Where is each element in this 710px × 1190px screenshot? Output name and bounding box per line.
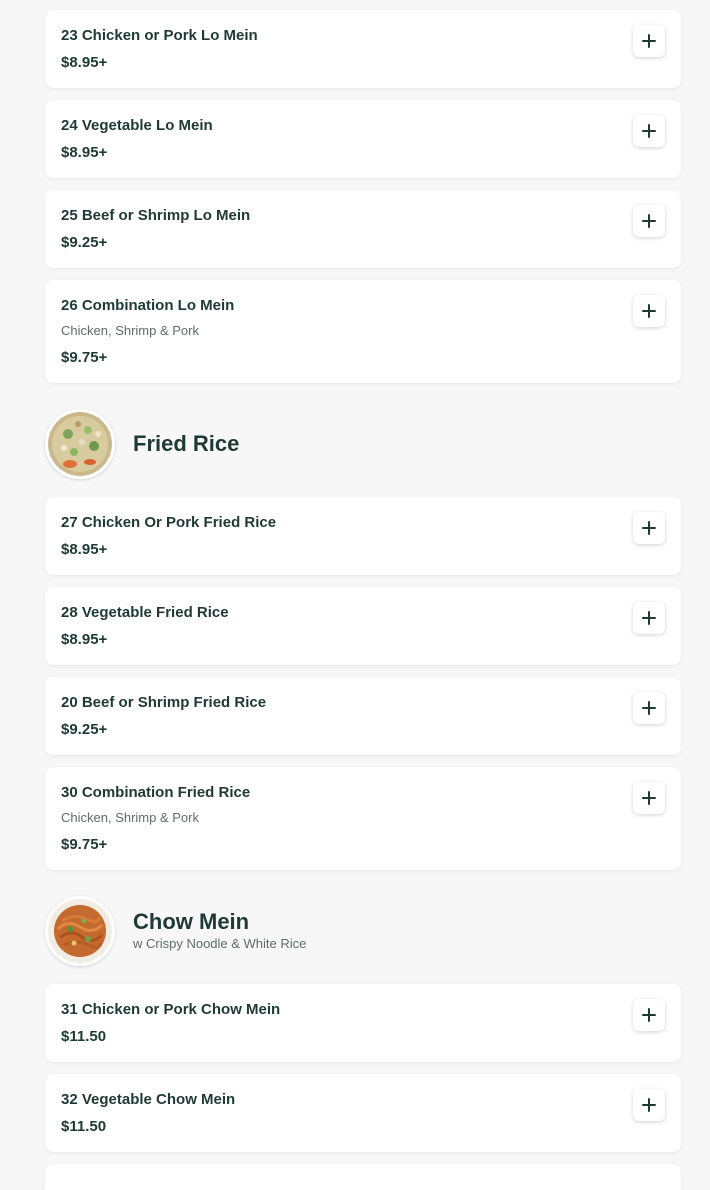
add-item-button[interactable] (633, 25, 665, 57)
section-header-fried-rice: Fried Rice (45, 409, 681, 479)
menu-item[interactable] (45, 1164, 681, 1190)
menu-item[interactable]: 24 Vegetable Lo Mein $8.95+ (45, 100, 681, 178)
item-title: 26 Combination Lo Mein (61, 297, 235, 314)
add-item-button[interactable] (633, 782, 665, 814)
plus-icon (641, 520, 657, 536)
item-price: $9.75+ (61, 349, 108, 366)
plus-icon (641, 1007, 657, 1023)
item-price: $9.75+ (61, 836, 108, 853)
section-subtitle: w Crispy Noodle & White Rice (133, 936, 307, 951)
add-item-button[interactable] (633, 602, 665, 634)
menu-item[interactable]: 25 Beef or Shrimp Lo Mein $9.25+ (45, 190, 681, 268)
menu-item[interactable]: 20 Beef or Shrimp Fried Rice $9.25+ (45, 677, 681, 755)
section-title: Fried Rice (133, 431, 240, 456)
add-item-button[interactable] (633, 692, 665, 724)
item-price: $8.95+ (61, 631, 108, 648)
menu-item[interactable]: 30 Combination Fried Rice Chicken, Shrim… (45, 767, 681, 870)
section-header-chow-mein: Chow Mein w Crispy Noodle & White Rice (45, 896, 681, 966)
menu-item[interactable]: 28 Vegetable Fried Rice $8.95+ (45, 587, 681, 665)
item-price: $11.50 (61, 1118, 107, 1135)
item-title: 28 Vegetable Fried Rice (61, 604, 229, 621)
add-item-button[interactable] (633, 295, 665, 327)
item-price: $11.50 (61, 1028, 107, 1045)
item-title: 31 Chicken or Pork Chow Mein (61, 1001, 281, 1018)
add-item-button[interactable] (633, 115, 665, 147)
chow-mein-image (45, 896, 115, 966)
plus-icon (641, 303, 657, 319)
item-price: $8.95+ (61, 54, 108, 71)
menu-item[interactable]: 26 Combination Lo Mein Chicken, Shrimp &… (45, 280, 681, 383)
plus-icon (641, 1097, 657, 1113)
plus-icon (641, 213, 657, 229)
item-price: $9.25+ (61, 721, 108, 738)
item-title: 32 Vegetable Chow Mein (61, 1091, 236, 1108)
plus-icon (641, 700, 657, 716)
plus-icon (641, 123, 657, 139)
menu-item[interactable]: 23 Chicken or Pork Lo Mein $8.95+ (45, 10, 681, 88)
fried-rice-image (45, 409, 115, 479)
item-title: 25 Beef or Shrimp Lo Mein (61, 207, 251, 224)
section-title: Chow Mein (133, 909, 250, 934)
item-title: 24 Vegetable Lo Mein (61, 117, 213, 134)
item-price: $8.95+ (61, 541, 108, 558)
item-description: Chicken, Shrimp & Pork (61, 323, 199, 338)
menu-item[interactable]: 27 Chicken Or Pork Fried Rice $8.95+ (45, 497, 681, 575)
item-title: 20 Beef or Shrimp Fried Rice (61, 694, 267, 711)
plus-icon (641, 790, 657, 806)
plus-icon (641, 610, 657, 626)
add-item-button[interactable] (633, 999, 665, 1031)
add-item-button[interactable] (633, 205, 665, 237)
item-price: $9.25+ (61, 234, 108, 251)
add-item-button[interactable] (633, 512, 665, 544)
plus-icon (641, 33, 657, 49)
menu-item[interactable]: 31 Chicken or Pork Chow Mein $11.50 (45, 984, 681, 1062)
add-item-button[interactable] (633, 1089, 665, 1121)
menu-item[interactable]: 32 Vegetable Chow Mein $11.50 (45, 1074, 681, 1152)
item-title: 27 Chicken Or Pork Fried Rice (61, 514, 277, 531)
item-price: $8.95+ (61, 144, 108, 161)
menu-list: 23 Chicken or Pork Lo Mein $8.95+ 24 Veg… (45, 10, 681, 1190)
item-description: Chicken, Shrimp & Pork (61, 810, 199, 825)
item-title: 30 Combination Fried Rice (61, 784, 251, 801)
item-title: 23 Chicken or Pork Lo Mein (61, 27, 258, 44)
